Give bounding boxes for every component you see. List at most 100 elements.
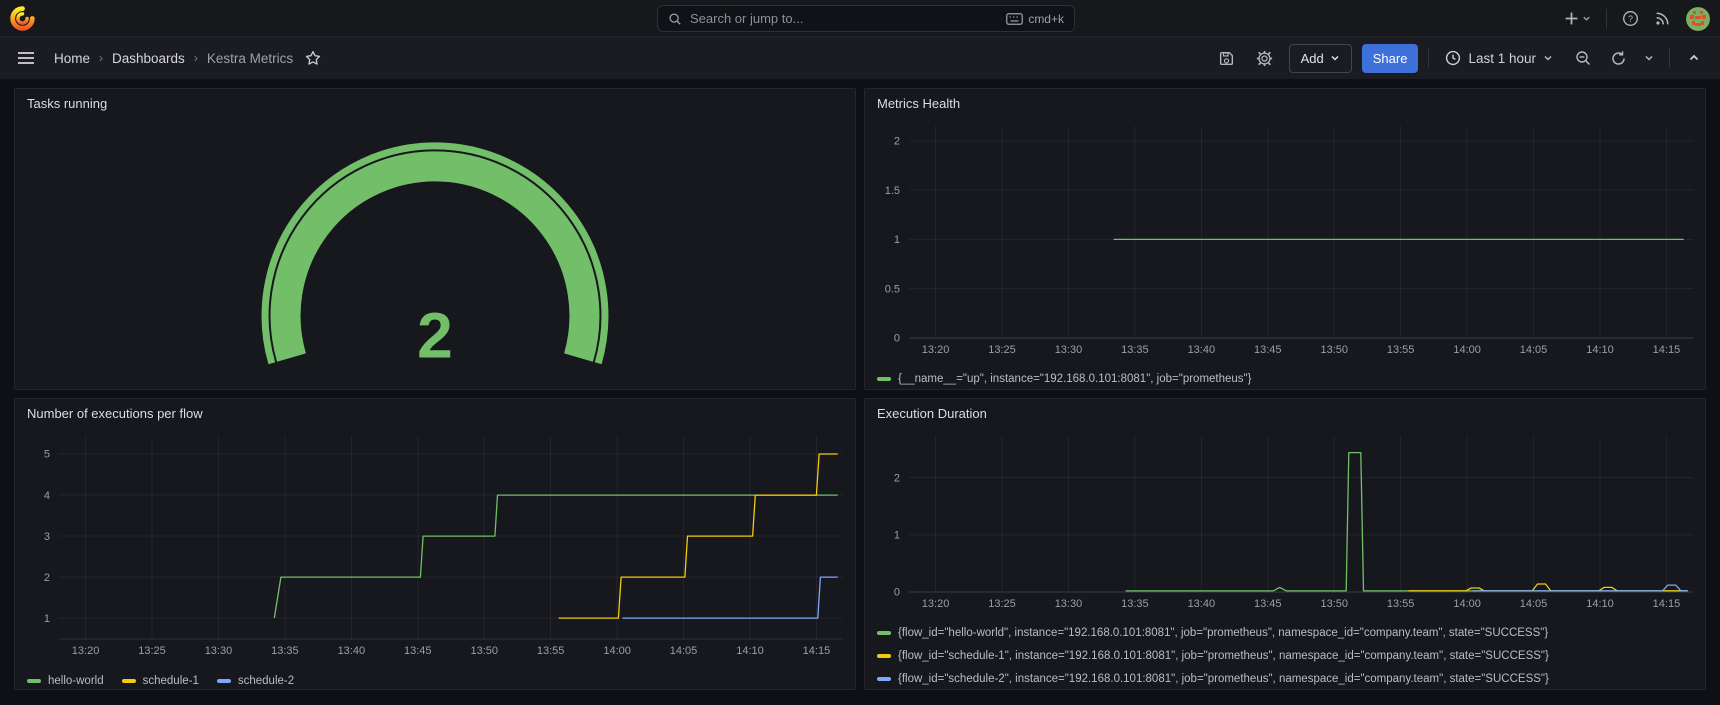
y-tick-label: 1 [894,530,900,542]
x-tick-label: 13:45 [404,645,432,657]
y-tick-label: 0 [894,333,900,345]
plus-icon [1564,11,1579,26]
timeseries-chart[interactable]: 13:2013:2513:3013:3513:4013:4513:5013:55… [865,118,1705,389]
chart-legend: hello-world schedule-1 schedule-2 [15,668,855,690]
divider [1606,9,1607,29]
dashboard-settings-button[interactable] [1251,44,1279,72]
legend-item[interactable]: {flow_id="hello-world", instance="192.16… [877,623,1705,643]
breadcrumb-home[interactable]: Home [54,51,90,66]
gear-icon [1256,50,1273,67]
y-tick-label: 4 [44,490,50,502]
legend-item[interactable]: {flow_id="schedule-2", instance="192.168… [877,669,1705,689]
legend-item[interactable]: {flow_id="schedule-1", instance="192.168… [877,646,1705,666]
x-tick-label: 13:30 [205,645,233,657]
x-tick-label: 13:40 [1188,598,1216,610]
chevron-down-icon [1543,53,1553,63]
save-dashboard-button[interactable] [1213,44,1241,72]
news-button[interactable] [1654,10,1671,27]
series-line [274,495,837,618]
favorite-star-button[interactable] [302,47,324,69]
shortcut-label: cmd+k [1028,12,1064,26]
legend-item[interactable]: {__name__="up", instance="192.168.0.101:… [877,369,1705,389]
x-tick-label: 14:05 [670,645,698,657]
breadcrumb: Home › Dashboards › Kestra Metrics [54,47,324,69]
help-button[interactable]: ? [1622,10,1639,27]
share-button[interactable]: Share [1362,44,1419,73]
gauge-plot: 2 [15,118,855,389]
search-shortcut: cmd+k [1006,12,1064,26]
search-icon [668,12,682,26]
panel-title[interactable]: Tasks running [15,89,855,118]
series-line [1409,584,1688,591]
topbar-actions: ? [1564,0,1710,37]
legend-label: {__name__="up", instance="192.168.0.101:… [898,373,1251,385]
x-tick-label: 13:50 [1320,344,1348,356]
user-avatar[interactable] [1686,7,1710,31]
x-tick-label: 13:55 [1387,598,1415,610]
refresh-interval-button[interactable] [1639,44,1659,72]
x-tick-label: 13:20 [72,645,100,657]
refresh-button[interactable] [1607,44,1629,72]
add-panel-button[interactable]: Add [1289,44,1352,73]
x-tick-label: 14:00 [603,645,631,657]
panel-title[interactable]: Execution Duration [865,399,1705,428]
legend-item[interactable]: schedule-1 [122,671,199,690]
gauge-value: 2 [417,299,453,371]
breadcrumb-current: Kestra Metrics [207,51,293,66]
save-icon [1218,50,1235,67]
time-range-picker[interactable]: Last 1 hour [1439,50,1559,66]
timeseries-chart[interactable]: 13:2013:2513:3013:3513:4013:4513:5013:55… [865,428,1705,689]
timeseries-chart[interactable]: 13:2013:2513:3013:3513:4013:4513:5013:55… [15,428,855,690]
legend-item[interactable]: schedule-2 [217,671,294,690]
legend-swatch [877,654,891,658]
legend-swatch [27,679,41,683]
clock-icon [1445,50,1461,66]
share-button-label: Share [1373,51,1408,66]
search-input[interactable]: Search or jump to... cmd+k [657,5,1075,32]
panel-title[interactable]: Number of executions per flow [15,399,855,428]
x-tick-label: 13:45 [1254,598,1282,610]
x-tick-label: 13:25 [138,645,166,657]
x-tick-label: 13:50 [470,645,498,657]
divider [1669,48,1670,68]
breadcrumb-dashboards[interactable]: Dashboards [112,51,185,66]
zoom-out-button[interactable] [1569,44,1597,72]
mega-menu-button[interactable] [12,44,40,72]
x-tick-label: 13:30 [1055,598,1083,610]
x-tick-label: 14:00 [1453,598,1481,610]
x-tick-label: 13:35 [1121,598,1149,610]
x-tick-label: 13:40 [1188,344,1216,356]
panel-executions-per-flow: Number of executions per flow 13:20 13:25… [14,398,856,690]
hamburger-icon [17,51,35,65]
grafana-logo[interactable] [10,6,35,31]
x-tick-label: 13:55 [1387,344,1415,356]
legend-swatch [122,679,136,683]
star-icon [305,50,321,66]
x-tick-label: 13:50 [1320,598,1348,610]
new-menu-button[interactable] [1564,11,1591,26]
collapse-controls-button[interactable] [1680,44,1708,72]
panel-tasks-running: Tasks running 2 [14,88,856,390]
panel-metrics-health: Metrics Health 13:2013:2513:3013:3513:40… [864,88,1706,390]
x-tick-label: 13:35 [1121,344,1149,356]
time-range-label: Last 1 hour [1468,51,1536,66]
legend-label: {flow_id="hello-world", instance="192.16… [898,627,1548,639]
legend-swatch [877,631,891,635]
chart-legend: {flow_id="hello-world", instance="192.16… [865,621,1705,689]
panel-title[interactable]: Metrics Health [865,89,1705,118]
y-tick-label: 0 [894,587,900,599]
legend-label: {flow_id="schedule-2", instance="192.168… [898,673,1549,685]
y-tick-label: 1 [894,234,900,246]
refresh-icon [1610,50,1627,67]
legend-label: hello-world [48,675,104,687]
chevron-down-icon [1644,53,1654,63]
series-line [622,577,837,618]
top-bar: Search or jump to... cmd+k [0,0,1720,37]
chevron-down-icon [1582,14,1591,23]
legend-item[interactable]: hello-world [27,671,104,690]
divider [1428,48,1429,68]
gauge-chart[interactable]: 2 [15,118,855,390]
nav-bar: Home › Dashboards › Kestra Metrics [0,37,1720,79]
x-tick-label: 14:15 [803,645,831,657]
x-tick-label: 13:25 [988,598,1016,610]
